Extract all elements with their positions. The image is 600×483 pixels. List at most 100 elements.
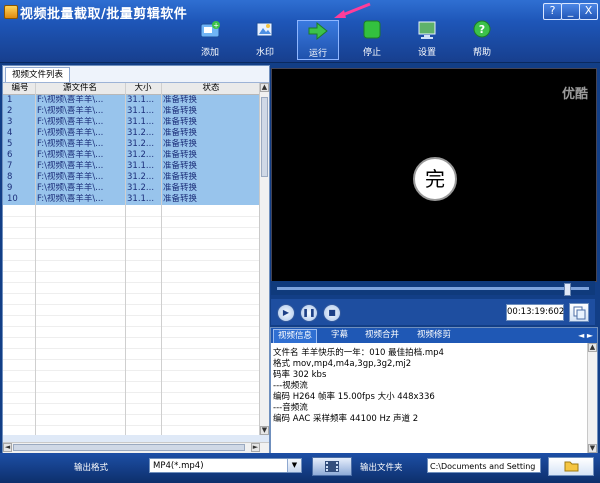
column-header-index[interactable]: 编号 [7, 83, 33, 94]
browse-folder-button[interactable] [548, 457, 594, 476]
info-line: 格式 mov,mp4,m4a,3gp,3g2,mj2 [273, 359, 412, 369]
table-row[interactable]: 6 F:\视频\喜羊羊\... 31.2... 准备转换 [3, 150, 260, 161]
scroll-left-icon[interactable]: ◄ [3, 443, 12, 452]
table-row[interactable]: 10 F:\视频\喜羊羊\... 31.1... 准备转换 [3, 194, 260, 205]
scroll-up-icon[interactable]: ▲ [260, 83, 269, 92]
table-row[interactable]: 2 F:\视频\喜羊羊\... 31.1... 准备转换 [3, 106, 260, 117]
watermark-button[interactable]: 水印 [245, 20, 285, 58]
seek-handle[interactable] [564, 283, 572, 296]
row-source-file: F:\视频\喜羊羊\... [37, 150, 104, 160]
table-row[interactable]: 4 F:\视频\喜羊羊\... 31.2... 准备转换 [3, 128, 260, 139]
tab-video-file-list[interactable]: 视频文件列表 [5, 67, 71, 82]
row-source-file: F:\视频\喜羊羊\... [37, 106, 104, 116]
scroll-up-icon[interactable]: ▲ [588, 343, 597, 352]
row-size: 31.1... [127, 194, 155, 204]
help-window-button[interactable]: ? [543, 3, 562, 20]
run-label: 运行 [308, 49, 327, 59]
stop-button[interactable]: 停止 [352, 20, 392, 58]
time-position-field[interactable]: 00:13:19:602 [506, 304, 564, 321]
row-index: 5 [7, 139, 13, 149]
annotation-arrow-icon [334, 2, 371, 18]
app-icon [4, 5, 18, 19]
table-row[interactable]: 8 F:\视频\喜羊羊\... 31.2... 准备转换 [3, 172, 260, 183]
row-size: 31.1... [127, 117, 155, 127]
tab-video-trim[interactable]: 视频修剪 [413, 329, 455, 342]
row-index: 9 [7, 183, 13, 193]
file-list-tabbar: 视频文件列表 [3, 66, 269, 83]
row-status: 准备转换 [163, 128, 198, 138]
file-list-horizontal-scrollbar[interactable]: ◄ ► [3, 442, 269, 453]
watermark-label: 水印 [255, 48, 274, 58]
copy-frame-icon [573, 306, 586, 320]
seek-bar[interactable] [271, 281, 595, 296]
help-icon: ? [473, 20, 491, 38]
row-index: 8 [7, 172, 13, 182]
add-button[interactable]: + 添加 [190, 20, 230, 58]
row-status: 准备转换 [163, 95, 198, 105]
info-line: 编码 H264 帧率 15.00fps 大小 448x336 [273, 392, 435, 402]
tab-subtitles[interactable]: 字幕 [327, 329, 352, 342]
stop-label: 停止 [362, 48, 381, 58]
table-row[interactable]: 7 F:\视频\喜羊羊\... 31.1... 准备转换 [3, 161, 260, 172]
add-label: 添加 [200, 48, 219, 58]
row-source-file: F:\视频\喜羊羊\... [37, 183, 104, 193]
row-index: 7 [7, 161, 13, 171]
run-arrow-icon [308, 21, 328, 41]
scroll-down-icon[interactable]: ▼ [260, 426, 269, 435]
row-status: 准备转换 [163, 161, 198, 171]
table-header: 编号 源文件名 大小 状态 [3, 83, 260, 95]
column-header-size[interactable]: 大小 [127, 83, 159, 94]
film-strip-icon [325, 461, 339, 472]
table-row[interactable]: 5 F:\视频\喜羊羊\... 31.2... 准备转换 [3, 139, 260, 150]
help-button[interactable]: ? 帮助 [462, 20, 502, 58]
table-row[interactable]: 9 F:\视频\喜羊羊\... 31.2... 准备转换 [3, 183, 260, 194]
info-vertical-scrollbar[interactable]: ▲ ▼ [587, 343, 597, 453]
row-size: 31.2... [127, 139, 155, 149]
row-status: 准备转换 [163, 172, 198, 182]
table-row[interactable]: 1 F:\视频\喜羊羊\... 31.1... 准备转换 [3, 95, 260, 106]
row-index: 4 [7, 128, 13, 138]
info-tabbar: 视频信息 字幕 视频合并 视频修剪 ◄ ► [271, 328, 597, 343]
output-folder-label: 输出文件夹 [360, 463, 403, 473]
row-status: 准备转换 [163, 183, 198, 193]
column-header-source[interactable]: 源文件名 [37, 83, 123, 94]
tab-scroll-arrows-icon[interactable]: ◄ ► [578, 329, 593, 342]
run-button[interactable]: 运行 [297, 20, 339, 60]
output-folder-field[interactable]: C:\Documents and Setting [427, 458, 541, 473]
snapshot-button[interactable] [569, 303, 589, 322]
scroll-down-icon[interactable]: ▼ [588, 444, 597, 453]
video-logo: 优酷 [561, 87, 588, 102]
play-icon[interactable]: ▶ [277, 304, 295, 322]
end-stamp: 完 [413, 157, 457, 201]
column-header-status[interactable]: 状态 [163, 83, 259, 94]
minimize-button[interactable]: _ [561, 3, 580, 20]
video-preview: 优酷 完 [271, 68, 597, 282]
info-line: ---音频流 [273, 403, 308, 413]
watermark-icon [256, 22, 273, 37]
row-status: 准备转换 [163, 117, 198, 127]
row-size: 31.2... [127, 172, 155, 182]
tab-video-info[interactable]: 视频信息 [273, 329, 318, 343]
horizontal-scroll-thumb[interactable] [13, 444, 245, 451]
film-strip-button[interactable] [312, 457, 352, 476]
info-line: ---视频流 [273, 381, 308, 391]
info-panel: 视频信息 字幕 视频合并 视频修剪 ◄ ► 文件名 羊羊快乐的一年：010 最佳… [270, 327, 598, 454]
stop-playback-icon[interactable]: ■ [323, 304, 341, 322]
scroll-thumb[interactable] [261, 97, 268, 177]
file-list-vertical-scrollbar[interactable]: ▲ ▼ [259, 83, 269, 435]
seek-track[interactable] [277, 287, 589, 290]
chevron-down-icon[interactable]: ▼ [287, 459, 301, 472]
scroll-right-icon[interactable]: ► [251, 443, 260, 452]
tab-video-merge[interactable]: 视频合并 [361, 329, 403, 342]
close-button[interactable]: X [579, 3, 598, 20]
row-index: 2 [7, 106, 13, 116]
empty-row [3, 425, 260, 435]
add-video-icon: + [200, 21, 220, 38]
pause-icon[interactable]: ❚❚ [300, 304, 318, 322]
row-size: 31.1... [127, 106, 155, 116]
settings-button[interactable]: 设置 [407, 20, 447, 58]
table-row[interactable]: 3 F:\视频\喜羊羊\... 31.1... 准备转换 [3, 117, 260, 128]
svg-text:+: + [213, 22, 219, 30]
stop-icon [363, 20, 381, 39]
output-format-select[interactable]: MP4(*.mp4) ▼ [149, 458, 302, 473]
